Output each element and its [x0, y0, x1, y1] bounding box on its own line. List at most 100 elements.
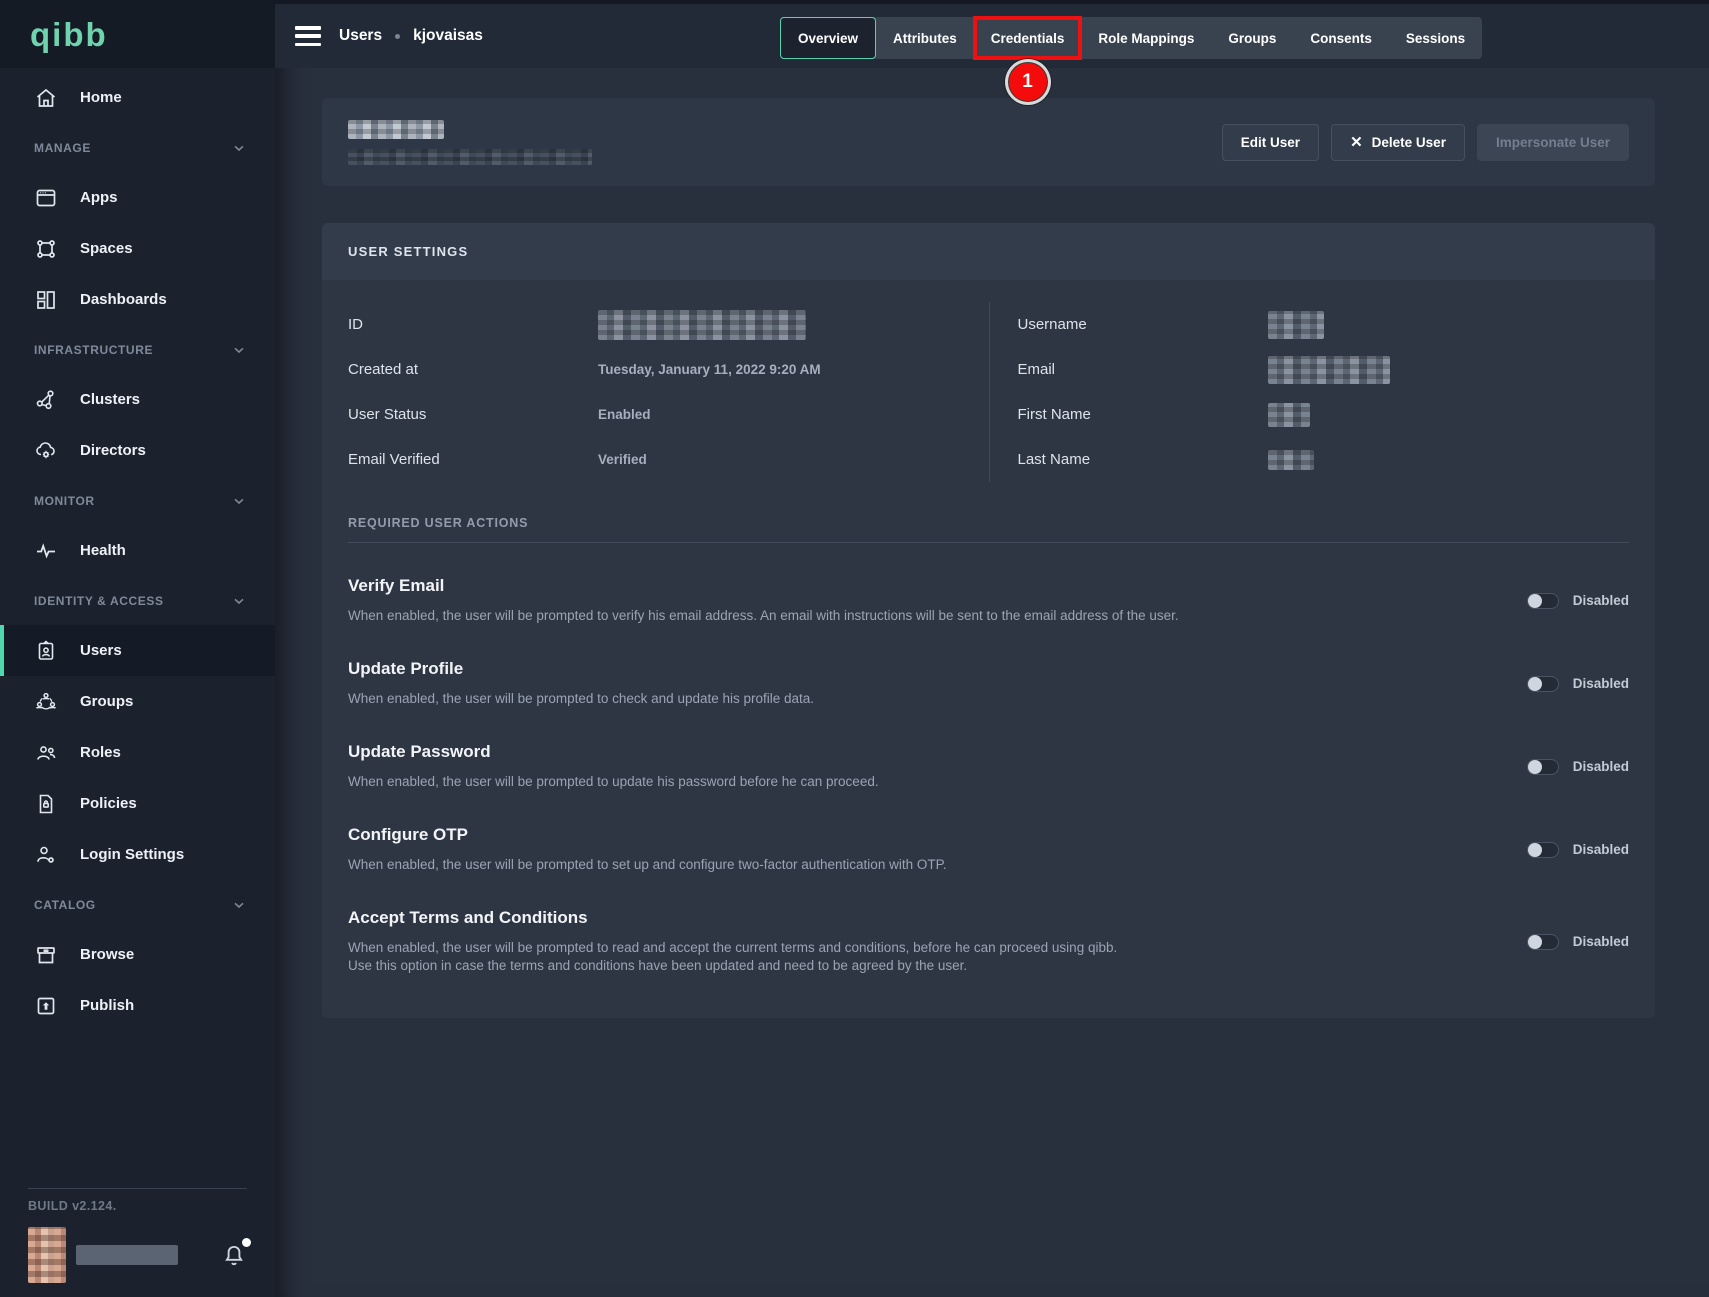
tab-overview[interactable]: Overview [780, 17, 876, 59]
avatar [28, 1227, 66, 1283]
fields-column-right: Username Email First Name Last Name [989, 302, 1630, 482]
username-value-redacted [1268, 311, 1324, 339]
breadcrumb-users[interactable]: Users [339, 27, 382, 45]
qibb-logo[interactable]: qibb [30, 18, 108, 51]
toggle-state-label: Disabled [1573, 759, 1629, 774]
tab-attributes[interactable]: Attributes [876, 17, 974, 59]
user-settings-card: USER SETTINGS ID Created at Tuesday, Jan… [322, 223, 1655, 1018]
apps-icon [34, 186, 58, 210]
clusters-icon [34, 388, 58, 412]
sidebar-item-users[interactable]: Users [0, 625, 275, 676]
sidebar-item-label: Spaces [80, 240, 133, 257]
accept-terms-toggle[interactable] [1527, 934, 1559, 950]
configure-otp-toggle[interactable] [1527, 842, 1559, 858]
sidebar-nav: Home MANAGE Apps Spaces [0, 68, 275, 1031]
sidebar-item-health[interactable]: Health [0, 525, 275, 576]
edit-user-label: Edit User [1241, 135, 1300, 150]
toggle-knob [1528, 677, 1542, 691]
action-info: Update Profile When enabled, the user wi… [348, 659, 1527, 709]
field-id: ID [348, 302, 953, 347]
field-label: First Name [1018, 406, 1268, 423]
sidebar-section-infrastructure[interactable]: INFRASTRUCTURE [0, 325, 275, 374]
user-status-value: Enabled [598, 407, 651, 422]
sidebar-item-label: Apps [80, 189, 118, 206]
action-description: When enabled, the user will be prompted … [348, 773, 1487, 792]
breadcrumb-separator-dot [395, 34, 400, 39]
login-settings-icon [34, 843, 58, 867]
tab-credentials-label: Credentials [991, 31, 1065, 46]
account-name-redacted [76, 1245, 178, 1265]
roles-icon [34, 741, 58, 765]
sidebar-item-login-settings[interactable]: Login Settings [0, 829, 275, 880]
sidebar-section-catalog[interactable]: CATALOG [0, 880, 275, 929]
dashboards-icon [34, 288, 58, 312]
breadcrumb: Users kjovaisas [339, 27, 483, 45]
notifications-bell-icon[interactable] [221, 1241, 247, 1269]
field-username: Username [1018, 302, 1630, 347]
user-action-buttons: Edit User ✕ Delete User Impersonate User [1222, 124, 1629, 161]
tab-role-mappings[interactable]: Role Mappings [1081, 17, 1211, 59]
action-verify-email: Verify Email When enabled, the user will… [348, 576, 1629, 626]
sidebar-item-roles[interactable]: Roles [0, 727, 275, 778]
user-header-card: Edit User ✕ Delete User Impersonate User [322, 98, 1655, 186]
user-name-redacted [348, 120, 444, 139]
user-settings-fields: ID Created at Tuesday, January 11, 2022 … [322, 280, 1655, 492]
action-description: When enabled, the user will be prompted … [348, 939, 1487, 958]
account-row[interactable] [28, 1227, 247, 1297]
tab-sessions[interactable]: Sessions [1389, 17, 1482, 59]
action-info: Configure OTP When enabled, the user wil… [348, 825, 1527, 875]
hamburger-menu-icon[interactable] [295, 26, 321, 46]
verify-email-toggle-group: Disabled [1527, 593, 1629, 609]
verify-email-toggle[interactable] [1527, 593, 1559, 609]
tab-consents[interactable]: Consents [1293, 17, 1389, 59]
topbar: Users kjovaisas Overview Attributes Cred… [275, 0, 1709, 68]
sidebar-item-home[interactable]: Home [0, 72, 275, 123]
edit-user-button[interactable]: Edit User [1222, 124, 1319, 161]
impersonate-user-button[interactable]: Impersonate User [1477, 124, 1629, 161]
action-configure-otp: Configure OTP When enabled, the user wil… [348, 825, 1629, 875]
build-version: BUILD v2.124. [28, 1199, 247, 1213]
sidebar-section-identity-access[interactable]: IDENTITY & ACCESS [0, 576, 275, 625]
home-icon [34, 86, 58, 110]
sidebar-item-dashboards[interactable]: Dashboards [0, 274, 275, 325]
sidebar-item-spaces[interactable]: Spaces [0, 223, 275, 274]
sidebar-item-clusters[interactable]: Clusters [0, 374, 275, 425]
sidebar-section-manage[interactable]: MANAGE [0, 123, 275, 172]
sidebar-item-label: Home [80, 89, 122, 106]
toggle-knob [1528, 760, 1542, 774]
update-profile-toggle[interactable] [1527, 676, 1559, 692]
sidebar-item-apps[interactable]: Apps [0, 172, 275, 223]
sidebar: qibb Home MANAGE Apps [0, 0, 275, 1297]
user-subtitle-redacted [348, 149, 592, 165]
action-title: Configure OTP [348, 825, 1487, 845]
delete-user-button[interactable]: ✕ Delete User [1331, 124, 1465, 161]
field-last-name: Last Name [1018, 437, 1630, 482]
field-label: Created at [348, 361, 598, 378]
action-update-password: Update Password When enabled, the user w… [348, 742, 1629, 792]
first-name-value-redacted [1268, 403, 1310, 427]
sidebar-item-label: Users [80, 642, 122, 659]
tab-groups[interactable]: Groups [1211, 17, 1293, 59]
sidebar-item-label: Policies [80, 795, 137, 812]
sidebar-item-publish[interactable]: Publish [0, 980, 275, 1031]
logo-bar: qibb [0, 0, 275, 68]
sidebar-item-label: Clusters [80, 391, 140, 408]
directors-icon [34, 439, 58, 463]
sidebar-item-browse[interactable]: Browse [0, 929, 275, 980]
sidebar-item-policies[interactable]: Policies [0, 778, 275, 829]
chevron-down-icon [231, 140, 247, 156]
chevron-down-icon [231, 342, 247, 358]
section-label: INFRASTRUCTURE [34, 343, 231, 357]
tab-credentials[interactable]: Credentials 1 [974, 17, 1082, 59]
email-value-redacted [1268, 356, 1390, 384]
field-email: Email [1018, 347, 1630, 392]
email-verified-value: Verified [598, 452, 647, 467]
sidebar-item-label: Login Settings [80, 846, 184, 863]
sidebar-section-monitor[interactable]: MONITOR [0, 476, 275, 525]
sidebar-item-groups[interactable]: Groups [0, 676, 275, 727]
field-label: User Status [348, 406, 598, 423]
breadcrumb-current-user[interactable]: kjovaisas [413, 27, 483, 45]
action-description: When enabled, the user will be prompted … [348, 607, 1487, 626]
update-password-toggle[interactable] [1527, 759, 1559, 775]
sidebar-item-directors[interactable]: Directors [0, 425, 275, 476]
